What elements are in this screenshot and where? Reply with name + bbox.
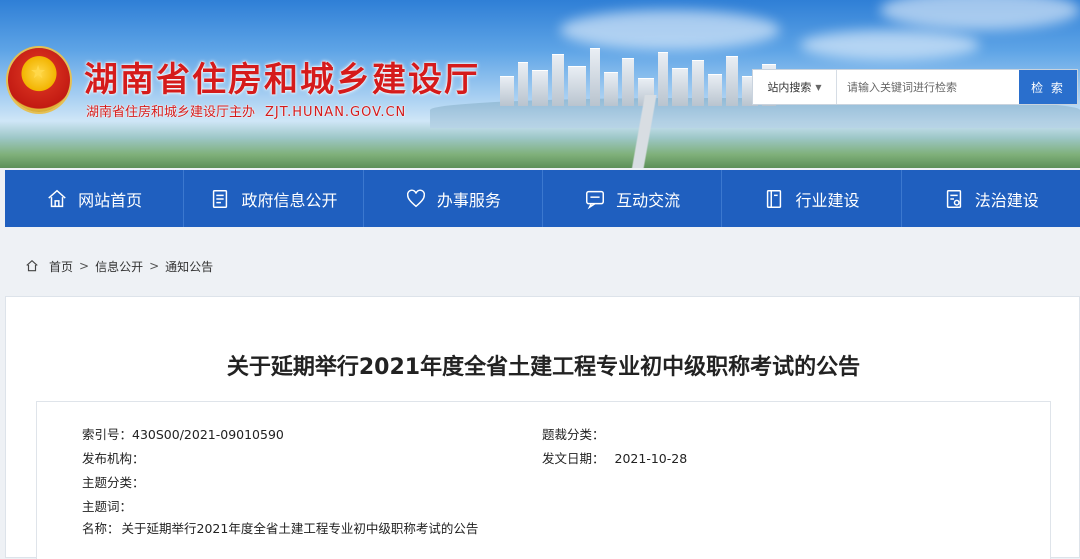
search-scope-select[interactable]: 站内搜索 ▼ bbox=[753, 70, 837, 104]
document-icon bbox=[213, 189, 228, 208]
meta-value: 关于延期举行2021年度全省土建工程专业初中级职称考试的公告 bbox=[121, 521, 479, 536]
site-url[interactable]: ZJT.HUNAN.GOV.CN bbox=[265, 105, 406, 120]
search-button[interactable]: 检 索 bbox=[1019, 70, 1077, 104]
meta-name: 名称： 关于延期举行2021年度全省土建工程专业初中级职称考试的公告 bbox=[82, 518, 478, 537]
meta-label: 题裁分类： bbox=[542, 427, 605, 442]
meta-label: 主题词： bbox=[82, 499, 133, 514]
nav-item-interaction[interactable]: 互动交流 bbox=[543, 170, 723, 227]
breadcrumb-info[interactable]: 信息公开 bbox=[95, 258, 143, 275]
meta-label: 发布机构： bbox=[82, 451, 145, 466]
nav-item-label: 行业建设 bbox=[795, 190, 860, 210]
header-cloud bbox=[560, 10, 780, 50]
header-bridge bbox=[615, 95, 675, 168]
article-meta: 索引号：430S00/2021-09010590 题裁分类： 发布机构： 发文日… bbox=[36, 401, 1051, 559]
nav-item-industry[interactable]: 行业建设 bbox=[722, 170, 902, 227]
meta-value: 2021-10-28 bbox=[614, 451, 688, 466]
search-bar: 站内搜索 ▼ 检 索 bbox=[752, 69, 1078, 105]
home-icon bbox=[26, 259, 38, 272]
nav-item-home[interactable]: 网站首页 bbox=[5, 170, 185, 227]
site-header: 湖南省住房和城乡建设厅 湖南省住房和城乡建设厅主办 ZJT.HUNAN.GOV.C… bbox=[0, 0, 1080, 168]
site-sponsor: 湖南省住房和城乡建设厅主办 bbox=[86, 105, 256, 120]
site-subtitle: 湖南省住房和城乡建设厅主办 ZJT.HUNAN.GOV.CN bbox=[86, 101, 406, 120]
chat-icon bbox=[586, 190, 605, 209]
nav-item-law[interactable]: 法治建设 bbox=[902, 170, 1080, 227]
header-cloud bbox=[800, 30, 980, 60]
meta-value: 430S00/2021-09010590 bbox=[132, 427, 284, 442]
book-icon bbox=[767, 189, 782, 208]
meta-date: 发文日期： 2021-10-28 bbox=[542, 448, 687, 467]
meta-genre: 题裁分类： bbox=[542, 424, 609, 443]
search-input[interactable] bbox=[837, 70, 1019, 104]
site-title[interactable]: 湖南省住房和城乡建设厅 bbox=[84, 52, 480, 101]
home-icon bbox=[48, 189, 66, 207]
heart-icon bbox=[406, 189, 425, 207]
meta-index: 索引号：430S00/2021-09010590 bbox=[82, 424, 284, 443]
header-cloud bbox=[880, 0, 1080, 30]
article-panel: 关于延期举行2021年度全省土建工程专业初中级职称考试的公告 索引号：430S0… bbox=[5, 296, 1080, 559]
nav-item-services[interactable]: 办事服务 bbox=[364, 170, 543, 227]
meta-label: 发文日期： bbox=[542, 451, 605, 466]
nav-item-gov-info[interactable]: 政府信息公开 bbox=[184, 170, 364, 227]
nav-item-label: 网站首页 bbox=[78, 190, 143, 210]
nav-item-label: 法治建设 bbox=[974, 190, 1039, 210]
nav-item-label: 政府信息公开 bbox=[241, 190, 338, 210]
meta-label: 索引号： bbox=[82, 427, 133, 442]
law-icon bbox=[946, 189, 961, 208]
nav-item-label: 互动交流 bbox=[616, 190, 681, 210]
meta-topic: 主题分类： bbox=[82, 472, 149, 491]
meta-label: 名称： bbox=[82, 521, 120, 536]
main-nav: 网站首页 政府信息公开 办事服务 互动交流 行业建设 法治建设 bbox=[5, 170, 1080, 227]
nav-item-label: 办事服务 bbox=[436, 190, 501, 210]
breadcrumb-home[interactable]: 首页 bbox=[49, 258, 73, 275]
national-emblem-icon bbox=[8, 48, 70, 112]
meta-keyword: 主题词： bbox=[82, 496, 136, 515]
breadcrumb-separator: > bbox=[149, 259, 160, 273]
meta-org: 发布机构： bbox=[82, 448, 149, 467]
breadcrumb-notices[interactable]: 通知公告 bbox=[165, 258, 213, 275]
chevron-down-icon: ▼ bbox=[815, 82, 822, 92]
breadcrumb-separator: > bbox=[79, 259, 90, 273]
meta-label: 主题分类： bbox=[82, 475, 145, 490]
article-title: 关于延期举行2021年度全省土建工程专业初中级职称考试的公告 bbox=[226, 355, 861, 380]
search-scope-label: 站内搜索 bbox=[767, 81, 812, 94]
breadcrumb: 首页 > 信息公开 > 通知公告 bbox=[5, 246, 1080, 286]
